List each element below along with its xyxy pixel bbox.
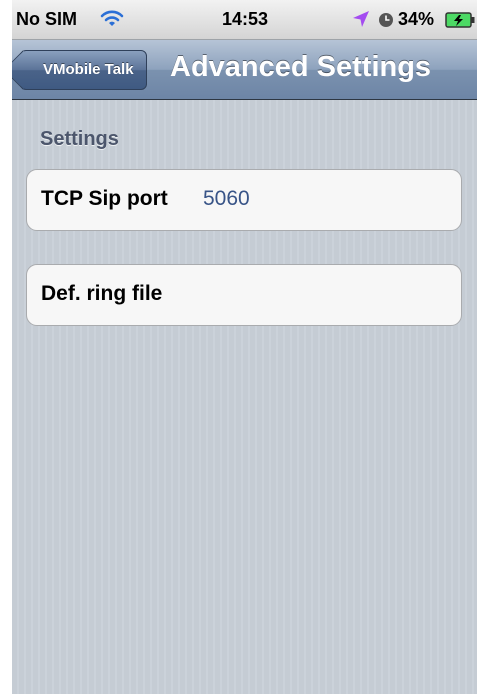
tcp-sip-port-cell[interactable]: TCP Sip port 5060: [26, 169, 462, 231]
tcp-sip-port-value[interactable]: 5060: [203, 187, 250, 211]
def-ring-file-label: Def. ring file: [41, 282, 163, 305]
battery-charging-icon: [445, 11, 475, 29]
status-time: 14:53: [222, 9, 269, 29]
battery-percent: 34%: [398, 9, 435, 29]
location-arrow-icon: [352, 10, 370, 28]
wifi-icon: [100, 9, 124, 29]
status-bar: No SIM 14:53 34%: [12, 0, 477, 40]
tcp-sip-port-label: TCP Sip port: [41, 187, 168, 210]
page-title: Advanced Settings: [170, 51, 432, 83]
app-screen: No SIM 14:53 34% VMobile Talk Advanced S…: [12, 0, 477, 694]
carrier-label: No SIM: [16, 9, 77, 29]
section-header: Settings: [40, 128, 119, 150]
back-button-label: VMobile Talk: [43, 61, 134, 78]
navigation-bar: VMobile Talk Advanced Settings: [12, 40, 477, 100]
back-button[interactable]: VMobile Talk: [20, 50, 147, 90]
def-ring-file-cell[interactable]: Def. ring file: [26, 264, 462, 326]
clock-icon: [378, 12, 394, 28]
